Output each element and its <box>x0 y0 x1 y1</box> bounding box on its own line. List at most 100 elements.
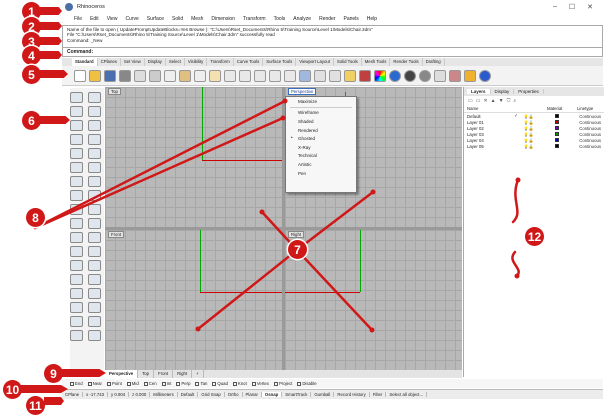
layer-row[interactable]: Default ✓ 💡🔓 Continuous <box>464 113 604 119</box>
tab-layers[interactable]: Layers <box>467 89 491 94</box>
environment-icon[interactable] <box>419 69 431 82</box>
status-osnap[interactable]: Osnap <box>261 392 283 397</box>
array-icon[interactable] <box>70 288 83 299</box>
open-icon[interactable] <box>89 69 101 82</box>
add-viewport-tab[interactable]: + <box>192 370 204 378</box>
tab-solid-tools[interactable]: Solid Tools <box>334 58 362 66</box>
search-icon[interactable]: ⌕ <box>513 98 516 104</box>
tab-viewport-layout[interactable]: Viewport Layout <box>296 58 335 66</box>
status-select-all[interactable]: Select all object... <box>386 392 428 397</box>
delete-layer-icon[interactable]: ✕ <box>483 98 487 104</box>
print-icon[interactable] <box>119 69 131 82</box>
point-icon[interactable] <box>88 92 101 103</box>
menu-tools[interactable]: Tools <box>274 16 286 22</box>
new-layer-icon[interactable]: ▭ <box>468 98 473 104</box>
menu-item-technical[interactable]: Technical <box>286 152 356 161</box>
four-view-icon[interactable] <box>299 69 311 82</box>
menu-file[interactable]: File <box>74 16 82 22</box>
polyline-icon[interactable] <box>70 106 83 117</box>
polygon-icon[interactable] <box>70 148 83 159</box>
paste-icon[interactable] <box>179 69 191 82</box>
layer-linetype[interactable]: Continuous <box>579 132 601 137</box>
close-button[interactable]: ✕ <box>587 3 593 11</box>
cylinder-icon[interactable] <box>70 204 83 215</box>
menu-surface[interactable]: Surface <box>147 16 164 22</box>
layer-visibility-icon[interactable]: 💡🔓 <box>524 144 555 149</box>
menu-mesh[interactable]: Mesh <box>191 16 203 22</box>
analyze-icon[interactable] <box>70 316 83 327</box>
layer-linetype[interactable]: Continuous <box>579 138 601 143</box>
light-icon[interactable] <box>344 69 356 82</box>
tab-set-view[interactable]: Set View <box>121 58 145 66</box>
menu-item-maximize[interactable]: Maximize <box>286 97 356 106</box>
layer-row[interactable]: Layer 02 💡🔓 Continuous <box>464 125 604 131</box>
tab-standard[interactable]: Standard <box>72 58 98 66</box>
tab-visibility[interactable]: Visibility <box>185 58 208 66</box>
layer-icon[interactable] <box>359 69 371 82</box>
pan-icon[interactable] <box>209 69 221 82</box>
layer-visibility-icon[interactable]: 💡🔓 <box>524 120 555 125</box>
plane-surface-icon[interactable] <box>70 176 83 187</box>
viewport-label[interactable]: Right <box>288 231 305 238</box>
minimize-button[interactable]: – <box>553 3 557 11</box>
boolean-icon[interactable] <box>70 218 83 229</box>
tab-display[interactable]: Display <box>145 58 166 66</box>
viewport-label[interactable]: Front <box>108 231 125 238</box>
menu-item-shaded[interactable]: Shaded <box>286 117 356 126</box>
zoom-window-icon[interactable] <box>254 69 266 82</box>
import-icon[interactable] <box>134 69 146 82</box>
select-icon[interactable] <box>314 69 326 82</box>
layer-color-swatch[interactable] <box>555 132 560 136</box>
freeform-icon[interactable] <box>88 148 101 159</box>
osnap-near[interactable]: Near <box>87 381 102 386</box>
menu-render[interactable]: Render <box>319 16 335 22</box>
layer-color-swatch[interactable] <box>555 126 560 130</box>
undo-icon[interactable] <box>194 69 206 82</box>
menu-transform[interactable]: Transform <box>243 16 266 22</box>
rotate-icon[interactable] <box>88 260 101 271</box>
menu-edit[interactable]: Edit <box>90 16 99 22</box>
mesh-icon[interactable] <box>88 204 101 215</box>
layer-row[interactable]: Layer 01 💡🔓 Continuous <box>464 119 604 125</box>
render-tool-icon[interactable] <box>88 316 101 327</box>
osnap-mid[interactable]: Mid <box>126 381 139 386</box>
dimension-icon[interactable] <box>88 288 101 299</box>
layer-row[interactable]: Layer 03 💡🔓 Continuous <box>464 131 604 137</box>
layer-linetype[interactable]: Continuous <box>579 120 601 125</box>
menu-view[interactable]: View <box>107 16 118 22</box>
status-record-history[interactable]: Record History <box>334 392 370 397</box>
copy-icon[interactable] <box>164 69 176 82</box>
osnap-point[interactable]: Point <box>106 381 122 386</box>
options-icon[interactable] <box>449 69 461 82</box>
menu-item-ghosted[interactable]: Ghosted <box>286 134 356 143</box>
layer-color-swatch[interactable] <box>555 138 560 142</box>
zoom-selected-icon[interactable] <box>284 69 296 82</box>
scale-icon[interactable] <box>70 274 83 285</box>
move-icon[interactable] <box>88 246 101 257</box>
tab-display-panel[interactable]: Display <box>491 89 515 94</box>
viewport-right[interactable]: Right <box>285 230 462 370</box>
menu-item-pen[interactable]: Pen <box>286 169 356 178</box>
tools-icon[interactable] <box>464 69 476 82</box>
color-wheel-icon[interactable] <box>374 69 386 82</box>
osnap-perp[interactable]: Perp <box>176 381 190 386</box>
tab-cplanes[interactable]: CPlanes <box>98 58 121 66</box>
status-filter[interactable]: Filter <box>370 392 387 397</box>
light-bulb-icon[interactable] <box>434 69 446 82</box>
status-planar[interactable]: Planar <box>243 392 262 397</box>
layer-color-swatch[interactable] <box>555 120 560 124</box>
tab-select[interactable]: Select <box>166 58 185 66</box>
menu-panels[interactable]: Panels <box>344 16 359 22</box>
render-icon[interactable] <box>389 69 401 82</box>
layer-visibility-icon[interactable]: 💡🔓 <box>524 114 555 119</box>
osnap-quad[interactable]: Quad <box>212 381 228 386</box>
box-icon[interactable] <box>70 190 83 201</box>
trim-icon[interactable] <box>88 232 101 243</box>
vp-tab-front[interactable]: Front <box>154 370 174 378</box>
viewport-label[interactable]: Top <box>108 88 121 95</box>
layer-linetype[interactable]: Continuous <box>579 144 601 149</box>
layer-row[interactable]: Layer 04 💡🔓 Continuous <box>464 137 604 143</box>
status-grid-snap[interactable]: Grid Snap <box>198 392 225 397</box>
layer-visibility-icon[interactable]: 💡🔓 <box>524 138 555 143</box>
copy-tool-icon[interactable] <box>70 260 83 271</box>
